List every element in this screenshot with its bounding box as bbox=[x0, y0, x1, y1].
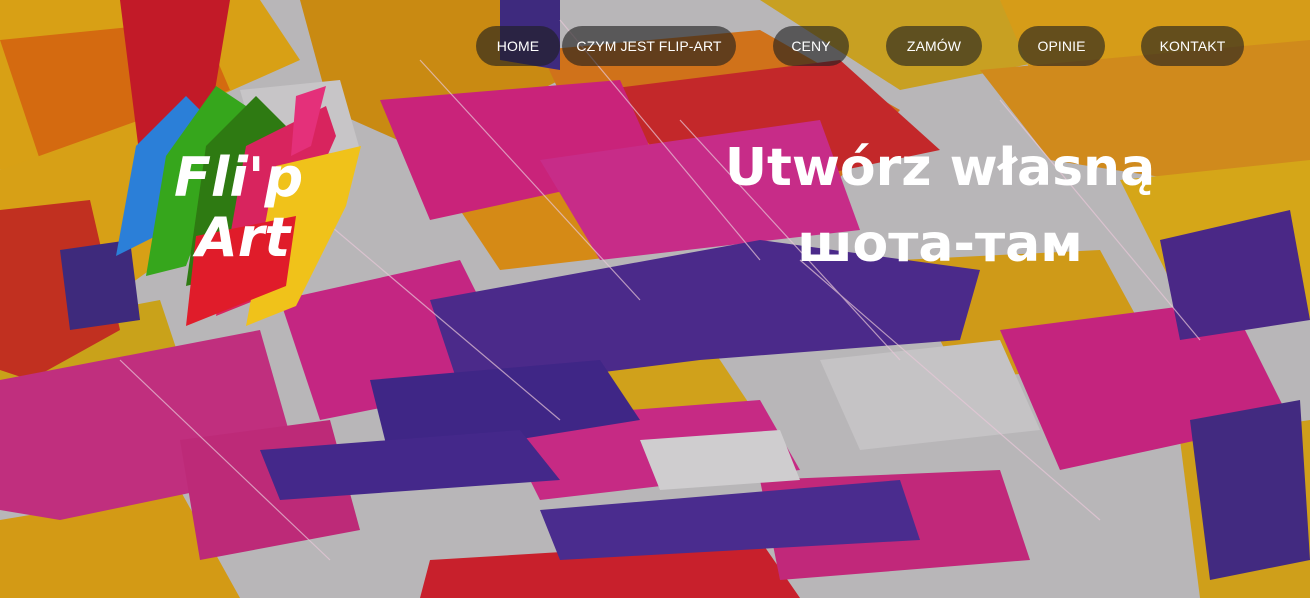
hero-title-line-1: Utwórz własną bbox=[724, 138, 1156, 198]
hero-title-line-2: шота-там bbox=[797, 214, 1083, 274]
nav-order[interactable]: ZAMÓW bbox=[886, 26, 982, 66]
nav-about[interactable]: CZYM JEST FLIP-ART bbox=[562, 26, 736, 66]
nav-prices[interactable]: CENY bbox=[773, 26, 849, 66]
logo-line-2: Art bbox=[192, 206, 292, 269]
flip-art-logo[interactable]: Fli'p Art bbox=[96, 86, 366, 336]
logo-line-1: Fli'p bbox=[174, 146, 303, 209]
nav-reviews[interactable]: OPINIE bbox=[1018, 26, 1105, 66]
nav-contact[interactable]: KONTAKT bbox=[1141, 26, 1244, 66]
nav-home[interactable]: HOME bbox=[476, 26, 560, 66]
